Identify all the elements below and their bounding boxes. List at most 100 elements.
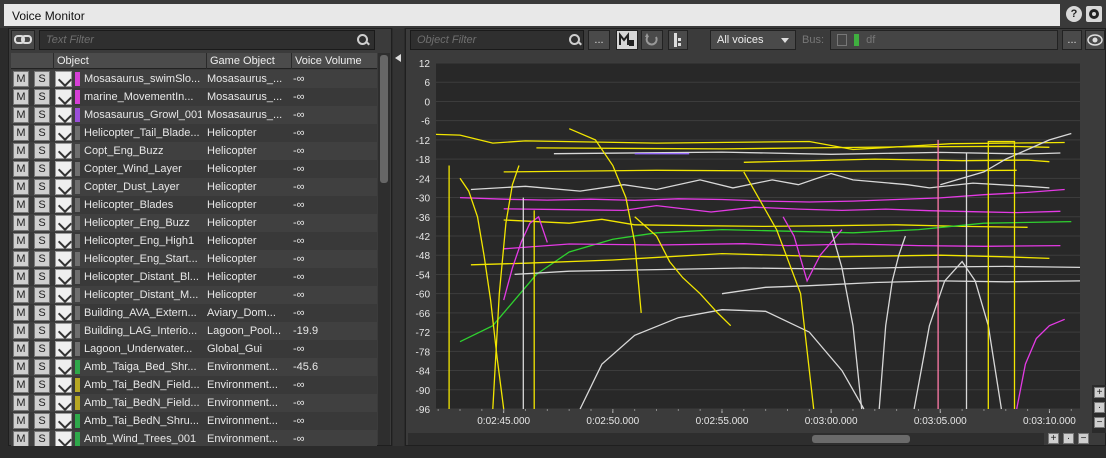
mute-button[interactable]: M — [13, 413, 29, 429]
horizontal-scroll-thumb[interactable] — [812, 435, 910, 443]
object-name: Copter_Dust_Layer — [84, 181, 180, 193]
mute-button[interactable]: M — [13, 305, 29, 321]
mute-button[interactable]: M — [13, 161, 29, 177]
solo-button[interactable]: S — [34, 341, 50, 357]
voice-row[interactable]: M S Amb_Tai_BedN_Shru... Environment... -∞ — [11, 412, 377, 430]
voice-row[interactable]: M S Mosasaurus_swimSlo... Mosasaurus_... -∞ — [11, 70, 377, 88]
voice-row[interactable]: M S Helicopter_Tail_Blade... Helicopter -∞ — [11, 124, 377, 142]
text-filter-input[interactable]: Text Filter — [39, 30, 375, 50]
mute-button[interactable]: M — [13, 323, 29, 339]
more-button[interactable]: ... — [588, 30, 610, 50]
solo-button[interactable]: S — [34, 287, 50, 303]
mute-button[interactable]: M — [13, 215, 29, 231]
mute-button[interactable]: M — [13, 251, 29, 267]
mute-button[interactable]: M — [13, 377, 29, 393]
vertical-scrollbar[interactable] — [378, 53, 390, 445]
voice-row[interactable]: M S Amb_Wind_Trees_001 Environment... -∞ — [11, 430, 377, 446]
mute-button[interactable]: M — [13, 197, 29, 213]
solo-button[interactable]: S — [34, 89, 50, 105]
mute-button[interactable]: M — [13, 143, 29, 159]
voice-graph-button[interactable] — [616, 30, 638, 50]
solo-button[interactable]: S — [34, 323, 50, 339]
game-object-name: Environment... — [207, 433, 278, 445]
voice-row[interactable]: M S Helicopter_Blades Helicopter -∞ — [11, 196, 377, 214]
voice-row[interactable]: M S Helicopter_Distant_Bl... Helicopter -∞ — [11, 268, 377, 286]
zoom-fit-horizontal-button[interactable]: · — [1063, 433, 1074, 444]
link-button[interactable] — [11, 30, 35, 50]
solo-button[interactable]: S — [34, 143, 50, 159]
marker-button[interactable] — [668, 30, 688, 50]
solo-button[interactable]: S — [34, 233, 50, 249]
voice-graph[interactable]: 12 6 0 -6 -12 -18 -24 -30 -36 -42 -48 -54 -60 -66 -72 -… — [406, 55, 1094, 435]
voice-row[interactable]: M S Amb_Tai_BedN_Field... Environment... -∞ — [11, 376, 377, 394]
solo-button[interactable]: S — [34, 431, 50, 446]
window-title-tab[interactable]: Voice Monitor — [4, 4, 1060, 26]
voice-row[interactable]: M S Amb_Tai_BedN_Field... Environment... -∞ — [11, 394, 377, 412]
loop-icon — [645, 33, 658, 46]
solo-button[interactable]: S — [34, 107, 50, 123]
solo-button[interactable]: S — [34, 269, 50, 285]
voice-row[interactable]: M S Copter_Wind_Layer Helicopter -∞ — [11, 160, 377, 178]
bus-field[interactable]: df — [830, 30, 1058, 50]
mute-button[interactable]: M — [13, 431, 29, 446]
voice-row[interactable]: M S Building_AVA_Extern... Aviary_Dom... -∞ — [11, 304, 377, 322]
zoom-in-horizontal-button[interactable]: + — [1048, 433, 1059, 444]
mute-button[interactable]: M — [13, 125, 29, 141]
voice-row[interactable]: M S Helicopter_Eng_Start... Helicopter -∞ — [11, 250, 377, 268]
zoom-out-horizontal-button[interactable]: − — [1078, 433, 1089, 444]
solo-button[interactable]: S — [34, 161, 50, 177]
mute-button[interactable]: M — [13, 233, 29, 249]
game-object-name: Helicopter — [207, 181, 257, 193]
voice-row[interactable]: M S Helicopter_Distant_M... Helicopter -∞ — [11, 286, 377, 304]
zoom-in-vertical-button[interactable]: + — [1094, 387, 1105, 398]
voice-row[interactable]: M S Building_LAG_Interio... Lagoon_Pool... -… — [11, 322, 377, 340]
search-icon[interactable] — [569, 34, 581, 46]
horizontal-scrollbar[interactable] — [408, 433, 1044, 445]
collapse-arrow-icon[interactable] — [395, 54, 401, 62]
voice-row[interactable]: M S Copter_Dust_Layer Helicopter -∞ — [11, 178, 377, 196]
solo-button[interactable]: S — [34, 215, 50, 231]
mute-button[interactable]: M — [13, 341, 29, 357]
solo-button[interactable]: S — [34, 197, 50, 213]
panel-splitter[interactable] — [393, 28, 404, 446]
voice-row[interactable]: M S Helicopter_Eng_High1 Helicopter -∞ — [11, 232, 377, 250]
mute-button[interactable]: M — [13, 89, 29, 105]
voice-row[interactable]: M S Mosasaurus_Growl_001 Mosasaurus_... -∞ — [11, 106, 377, 124]
loop-button[interactable] — [641, 30, 663, 50]
solo-button[interactable]: S — [34, 413, 50, 429]
zoom-fit-vertical-button[interactable]: · — [1094, 402, 1105, 413]
zoom-out-vertical-button[interactable]: − — [1094, 417, 1105, 428]
mute-button[interactable]: M — [13, 359, 29, 375]
header-object[interactable]: Object — [53, 53, 207, 69]
solo-button[interactable]: S — [34, 71, 50, 87]
overflow-button[interactable]: ... — [1062, 30, 1082, 50]
solo-button[interactable]: S — [34, 305, 50, 321]
solo-button[interactable]: S — [34, 251, 50, 267]
search-icon[interactable] — [357, 34, 369, 46]
eye-button[interactable] — [1085, 30, 1105, 50]
voice-row[interactable]: M S Helicopter_Eng_Buzz Helicopter -∞ — [11, 214, 377, 232]
mute-button[interactable]: M — [13, 395, 29, 411]
object-filter-input[interactable]: Object Filter — [410, 30, 584, 50]
solo-button[interactable]: S — [34, 125, 50, 141]
settings-icon[interactable] — [1086, 6, 1102, 22]
voice-row[interactable]: M Smarine_MovementIn... Mosasaurus_... -∞ — [11, 88, 377, 106]
mute-button[interactable]: M — [13, 287, 29, 303]
mute-button[interactable]: M — [13, 107, 29, 123]
help-icon[interactable]: ? — [1066, 6, 1082, 22]
voice-row[interactable]: M S Lagoon_Underwater... Global_Gui -∞ — [11, 340, 377, 358]
vertical-scroll-thumb[interactable] — [380, 55, 388, 183]
solo-button[interactable]: S — [34, 377, 50, 393]
solo-button[interactable]: S — [34, 359, 50, 375]
header-game-object[interactable]: Game Object — [206, 53, 292, 69]
header-voice-volume[interactable]: Voice Volume — [291, 53, 377, 69]
mute-button[interactable]: M — [13, 269, 29, 285]
voice-row[interactable]: M S Amb_Taiga_Bed_Shr... Environment... -45.… — [11, 358, 377, 376]
object-name: marine_MovementIn... — [84, 91, 194, 103]
mute-button[interactable]: M — [13, 71, 29, 87]
voice-row[interactable]: M S Copt_Eng_Buzz Helicopter -∞ — [11, 142, 377, 160]
solo-button[interactable]: S — [34, 179, 50, 195]
voices-dropdown[interactable]: All voices — [710, 30, 796, 50]
solo-button[interactable]: S — [34, 395, 50, 411]
mute-button[interactable]: M — [13, 179, 29, 195]
